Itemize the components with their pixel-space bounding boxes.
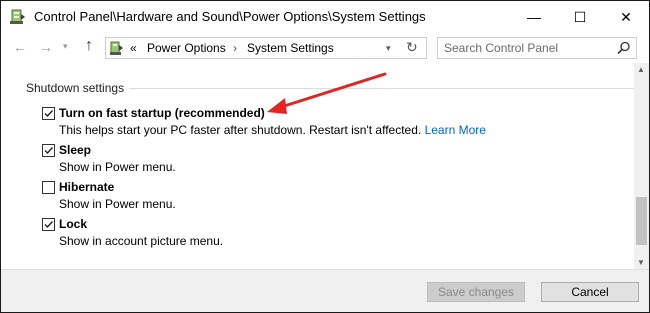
recent-locations-button[interactable]: ▾: [63, 41, 68, 52]
window-title: Control Panel\Hardware and Sound\Power O…: [34, 9, 426, 24]
breadcrumb-power-options[interactable]: Power Options: [147, 41, 226, 55]
breadcrumb-separator[interactable]: ›: [233, 41, 237, 55]
fast-startup-description-text: This helps start your PC faster after sh…: [59, 123, 422, 137]
fast-startup-checkbox[interactable]: [42, 107, 55, 120]
checkmark-icon: [44, 147, 54, 155]
hibernate-description: Show in Power menu.: [59, 197, 176, 211]
hibernate-label[interactable]: Hibernate: [59, 180, 114, 194]
navigation-bar: ← → ▾ ↑ « Power Options › System Setting…: [1, 33, 649, 63]
settings-content: Shutdown settings Turn on fast startup (…: [1, 63, 634, 269]
refresh-button[interactable]: ↻: [406, 39, 418, 56]
close-button[interactable]: ✕: [603, 1, 649, 33]
fast-startup-description: This helps start your PC faster after sh…: [59, 123, 486, 137]
power-options-icon: [110, 41, 123, 55]
back-button[interactable]: ←: [13, 39, 27, 55]
power-options-icon: [10, 9, 25, 24]
hibernate-checkbox[interactable]: [42, 181, 55, 194]
sleep-description: Show in Power menu.: [59, 160, 176, 174]
forward-button[interactable]: →: [39, 39, 53, 55]
scroll-up-arrow-icon[interactable]: ▲: [637, 65, 645, 74]
fast-startup-label[interactable]: Turn on fast startup (recommended): [59, 106, 265, 120]
title-bar: Control Panel\Hardware and Sound\Power O…: [1, 1, 649, 33]
cancel-button[interactable]: Cancel: [541, 282, 639, 302]
save-changes-button[interactable]: Save changes: [427, 282, 525, 302]
dialog-footer: Save changes Cancel: [1, 269, 649, 312]
shutdown-settings-heading: Shutdown settings: [26, 81, 125, 95]
search-placeholder: Search Control Panel: [444, 41, 559, 55]
maximize-button[interactable]: ☐: [557, 1, 603, 33]
group-divider: [129, 88, 634, 89]
lock-label[interactable]: Lock: [59, 217, 87, 231]
sleep-checkbox[interactable]: [42, 144, 55, 157]
search-icon: [617, 41, 630, 55]
control-panel-window: Control Panel\Hardware and Sound\Power O…: [0, 0, 650, 313]
up-button[interactable]: ↑: [85, 37, 93, 55]
vertical-scrollbar[interactable]: ▲ ▼: [634, 63, 649, 269]
breadcrumb-system-settings[interactable]: System Settings: [247, 41, 334, 55]
minimize-button[interactable]: —: [511, 1, 557, 33]
search-input[interactable]: Search Control Panel: [437, 37, 637, 59]
address-bar[interactable]: « Power Options › System Settings ▾ ↻: [105, 37, 427, 59]
checkmark-icon: [44, 221, 54, 229]
scroll-down-arrow-icon[interactable]: ▼: [637, 258, 645, 267]
learn-more-link[interactable]: Learn More: [425, 123, 486, 137]
scrollbar-thumb[interactable]: [636, 197, 647, 245]
lock-checkbox[interactable]: [42, 218, 55, 231]
checkmark-icon: [44, 110, 54, 118]
breadcrumb-overflow[interactable]: «: [130, 41, 137, 55]
lock-description: Show in account picture menu.: [59, 234, 224, 248]
sleep-label[interactable]: Sleep: [59, 143, 91, 157]
address-dropdown-button[interactable]: ▾: [386, 43, 391, 54]
